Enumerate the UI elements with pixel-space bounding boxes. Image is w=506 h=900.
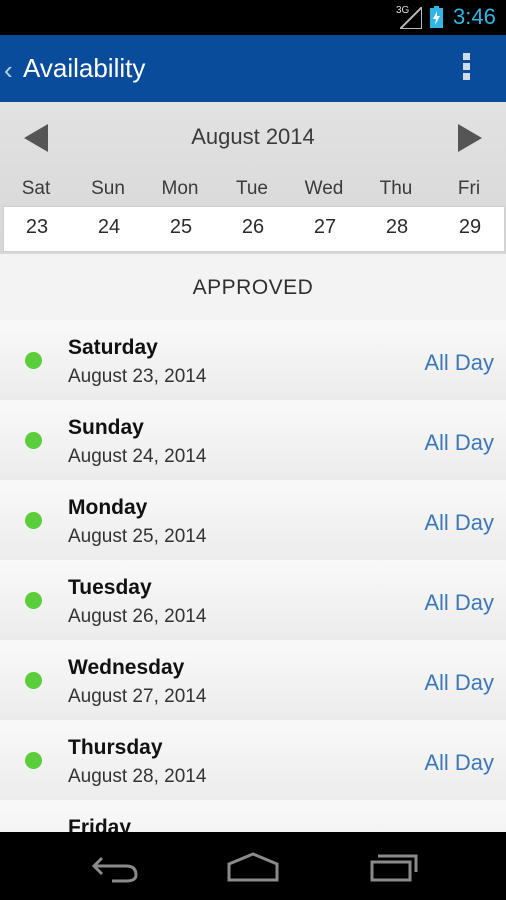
day-date: August 24, 2014 (68, 446, 207, 467)
day-name: Monday (68, 496, 148, 519)
date-cell[interactable]: 27 (289, 216, 361, 239)
battery-charging-icon (430, 6, 443, 28)
list-item[interactable]: Wednesday August 27, 2014 All Day (0, 640, 506, 720)
weekday-label: Wed (304, 178, 344, 199)
approved-section-header: APPROVED (0, 254, 506, 320)
weekday-label: Sat (21, 178, 51, 199)
time-range: All Day (424, 430, 494, 455)
status-dot-icon (25, 512, 42, 529)
date-row: 23 24 25 26 27 28 29 (3, 206, 505, 252)
day-name: Sunday (68, 416, 144, 439)
list-item[interactable]: Thursday August 28, 2014 All Day (0, 720, 506, 800)
weekday-label: Tue (235, 178, 269, 199)
weekday-row: Sat Sun Mon Tue Wed Thu Fri (0, 178, 506, 202)
clock: 3:46 (453, 4, 496, 29)
weekday-label: Sun (91, 178, 125, 199)
navigation-bar (0, 832, 506, 900)
month-label: August 2014 (191, 124, 315, 149)
recent-apps-icon[interactable] (364, 848, 424, 884)
status-bar: 3G 3:46 (0, 0, 506, 35)
day-date: August 27, 2014 (68, 686, 207, 707)
date-cell[interactable]: 23 (1, 216, 73, 239)
status-dot-icon (25, 352, 42, 369)
day-date: August 28, 2014 (68, 766, 207, 787)
status-dot-icon (25, 672, 42, 689)
day-date: August 26, 2014 (68, 606, 207, 627)
day-name: Friday (68, 816, 132, 832)
list-item[interactable]: Sunday August 24, 2014 All Day (0, 400, 506, 480)
day-date: August 25, 2014 (68, 526, 207, 547)
back-chevron-icon[interactable]: ‹ (4, 55, 13, 86)
list-item[interactable]: Monday August 25, 2014 All Day (0, 480, 506, 560)
date-cell[interactable]: 28 (361, 216, 433, 239)
time-range: All Day (424, 510, 494, 535)
list-item[interactable]: Friday (0, 800, 506, 832)
time-range: All Day (424, 590, 494, 615)
date-cell[interactable]: 26 (217, 216, 289, 239)
screen-title[interactable]: Availability (23, 53, 145, 84)
weekday-label: Thu (379, 178, 413, 199)
time-range: All Day (424, 350, 494, 375)
section-title: APPROVED (192, 276, 314, 299)
action-bar: ‹ Availability (0, 35, 506, 102)
time-range: All Day (424, 670, 494, 695)
date-cell[interactable]: 24 (73, 216, 145, 239)
weekday-label: Mon (161, 178, 199, 199)
time-range: All Day (424, 750, 494, 775)
signal-icon (400, 7, 422, 29)
overflow-menu-icon[interactable] (458, 53, 474, 85)
next-week-icon[interactable] (458, 124, 482, 152)
home-icon[interactable] (223, 848, 283, 884)
weekday-label: Fri (457, 178, 481, 199)
date-cell[interactable]: 25 (145, 216, 217, 239)
status-dot-icon (25, 592, 42, 609)
day-name: Tuesday (68, 576, 152, 599)
status-dot-icon (25, 432, 42, 449)
day-date: August 23, 2014 (68, 366, 207, 387)
list-item[interactable]: Tuesday August 26, 2014 All Day (0, 560, 506, 640)
status-dot-icon (25, 752, 42, 769)
date-cell[interactable]: 29 (434, 216, 506, 239)
day-name: Wednesday (68, 656, 185, 679)
week-calendar: August 2014 Sat Sun Mon Tue Wed Thu Fri … (0, 102, 506, 254)
availability-list: Saturday August 23, 2014 All Day Sunday … (0, 320, 506, 832)
back-icon[interactable] (82, 848, 142, 884)
list-item[interactable]: Saturday August 23, 2014 All Day (0, 320, 506, 400)
day-name: Thursday (68, 736, 163, 759)
day-name: Saturday (68, 336, 158, 359)
